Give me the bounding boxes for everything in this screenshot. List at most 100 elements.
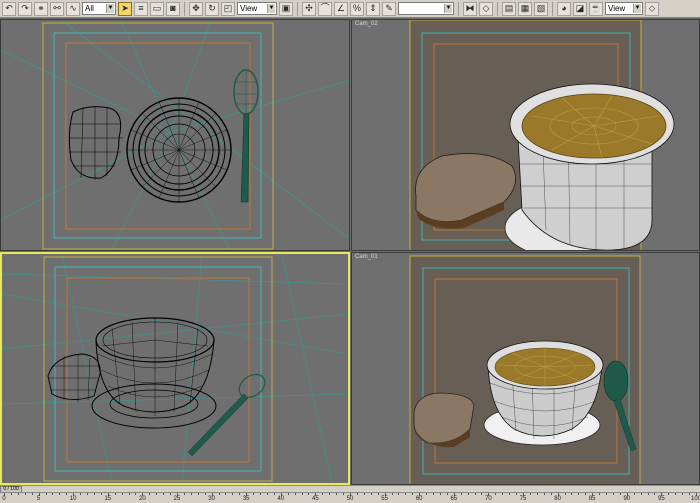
mirror-icon[interactable]: ⧓ — [463, 1, 477, 16]
trackbar-tick-label: 45 — [312, 496, 319, 502]
trackbar-minor-tick — [398, 493, 400, 495]
trackbar-minor-tick — [633, 493, 635, 495]
trackbar-minor-tick — [474, 493, 476, 495]
trackbar-minor-tick — [204, 493, 206, 495]
trackbar-minor-tick — [356, 493, 358, 495]
select-manipulate-icon[interactable]: ✣ — [302, 1, 316, 16]
trackbar-minor-tick — [260, 493, 262, 495]
time-slider[interactable]: 0 / 100 — [0, 485, 700, 493]
render-setup-icon[interactable]: ◪ — [573, 1, 587, 16]
render-frame-icon[interactable]: ☕ — [589, 1, 603, 16]
top-scene — [1, 20, 349, 250]
trackbar-minor-tick — [170, 493, 172, 495]
scale-icon[interactable]: ◰ — [221, 1, 235, 16]
trackbar-minor-tick — [343, 493, 345, 495]
trackbar-minor-tick — [100, 493, 102, 495]
material-editor-icon[interactable]: ◕ — [557, 1, 571, 16]
trackbar-minor-tick — [163, 493, 165, 495]
trackbar-minor-tick — [682, 493, 684, 495]
trackbar-minor-tick — [308, 493, 310, 495]
trackbar-minor-tick — [502, 493, 504, 495]
move-icon[interactable]: ✥ — [189, 1, 203, 16]
trackbar-minor-tick — [640, 493, 642, 495]
trackbar-minor-tick — [225, 493, 227, 495]
trackbar-minor-tick — [585, 493, 587, 495]
trackbar-minor-tick — [52, 493, 54, 495]
perspective-scene — [2, 254, 348, 483]
trackbar-tick-label: 50 — [346, 496, 354, 502]
trackbar-minor-tick — [405, 493, 407, 495]
select-by-name-icon[interactable]: ≡ — [134, 1, 148, 16]
trackbar-minor-tick — [301, 493, 303, 495]
trackbar-minor-tick — [391, 493, 393, 495]
trackbar-minor-tick — [66, 493, 68, 495]
trackbar-minor-tick — [509, 493, 511, 495]
schematic-view-icon[interactable]: ▧ — [534, 1, 548, 16]
percent-snap-icon[interactable]: % — [350, 1, 364, 16]
trackbar-minor-tick — [45, 493, 47, 495]
curve-editor-icon[interactable]: ▦ — [518, 1, 532, 16]
spinner-snap-icon[interactable]: ⇕ — [366, 1, 380, 16]
reference-coordinate-dropdown[interactable]: View ▼ — [237, 2, 277, 15]
trackbar-tick-label: 35 — [242, 496, 250, 502]
window-crossing-icon[interactable]: ◙ — [166, 1, 180, 16]
viewport-cam02[interactable]: Cam_02 — [351, 19, 700, 251]
trackbar-minor-tick — [287, 493, 289, 495]
trackbar-tick-label: 95 — [658, 496, 665, 502]
trackbar-minor-tick — [460, 493, 462, 495]
trackbar-minor-tick — [232, 493, 234, 495]
trackbar-minor-tick — [10, 493, 12, 495]
cam01-scene — [409, 255, 641, 484]
rectangular-selection-icon[interactable]: ▭ — [150, 1, 164, 16]
trackbar-tick-label: 90 — [623, 496, 631, 502]
trackbar-minor-tick — [689, 493, 691, 495]
trackbar-minor-tick — [294, 493, 296, 495]
trackbar-minor-tick — [647, 493, 649, 495]
toolbar-separator — [552, 1, 553, 16]
bind-space-warp-icon[interactable]: ∿ — [66, 1, 80, 16]
trackbar-minor-tick — [495, 493, 497, 495]
trackbar-minor-tick — [426, 493, 428, 495]
viewport-top[interactable] — [0, 19, 350, 251]
trackbar-tick-label: 20 — [139, 496, 146, 502]
angle-snap-icon[interactable]: ∠ — [334, 1, 348, 16]
trackbar-minor-tick — [336, 493, 338, 495]
redo-icon[interactable]: ↷ — [18, 1, 32, 16]
undo-icon[interactable]: ↶ — [2, 1, 16, 16]
trackbar-minor-tick — [619, 493, 621, 495]
trackbar-minor-tick — [183, 493, 185, 495]
max-application: ↶ ↷ ⚭ ⚯ ∿ All ▼ ➤ ≡ ▭ ◙ ✥ ↻ ◰ View ▼ ▣ ✣ ⌒… — [0, 0, 700, 503]
spoon-handle — [240, 113, 250, 203]
viewport-cam01[interactable]: Cam_01 — [351, 252, 700, 485]
trackbar-minor-tick — [239, 493, 241, 495]
viewport-perspective[interactable] — [0, 252, 350, 485]
link-icon[interactable]: ⚭ — [34, 1, 48, 16]
pivot-center-icon[interactable]: ▣ — [279, 1, 293, 16]
selection-filter-dropdown[interactable]: All ▼ — [82, 2, 116, 15]
trackbar-minor-tick — [439, 493, 441, 495]
trackbar-minor-tick — [24, 493, 26, 495]
toolbar-separator — [497, 1, 498, 16]
named-selection-set-dropdown[interactable]: ▼ — [398, 2, 454, 15]
spoon-bowl — [603, 360, 629, 402]
trackbar-minor-tick — [606, 493, 608, 495]
trackbar-minor-tick — [564, 493, 566, 495]
trackbar-minor-tick — [135, 493, 137, 495]
align-icon[interactable]: ◇ — [479, 1, 493, 16]
edit-named-selection-icon[interactable]: ✎ — [382, 1, 396, 16]
snaps-toggle-icon[interactable]: ⌒ — [318, 1, 332, 16]
bread-grid — [69, 106, 123, 180]
trackbar[interactable]: 0 5 10 15 20 25 30 35 40 45 50 55 60 65 70 75 80 85 90 95 10… — [0, 492, 700, 503]
trackbar-minor-tick — [218, 493, 220, 495]
safe-frame-title — [66, 277, 250, 463]
main-toolbar: ↶ ↷ ⚭ ⚯ ∿ All ▼ ➤ ≡ ▭ ◙ ✥ ↻ ◰ View ▼ ▣ ✣ ⌒… — [0, 0, 700, 18]
unlink-icon[interactable]: ⚯ — [50, 1, 64, 16]
rotate-icon[interactable]: ↻ — [205, 1, 219, 16]
cam02-scene — [409, 20, 675, 250]
trackbar-minor-tick — [156, 493, 158, 495]
select-object-icon[interactable]: ➤ — [118, 1, 132, 16]
quick-render-icon[interactable]: ⬦ — [645, 1, 659, 16]
render-view-dropdown[interactable]: View ▼ — [605, 2, 643, 15]
layer-manager-icon[interactable]: ▤ — [502, 1, 516, 16]
trackbar-minor-tick — [571, 493, 573, 495]
